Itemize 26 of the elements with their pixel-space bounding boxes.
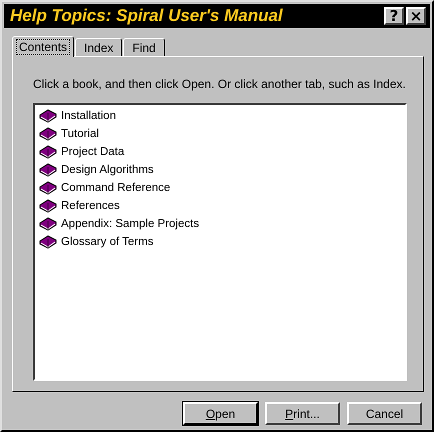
dialog-button[interactable]: Print... [265, 402, 340, 425]
book-icon [39, 145, 57, 159]
book-item[interactable]: Project Data [61, 146, 124, 158]
book-icon [39, 235, 57, 249]
book-icon [39, 181, 57, 195]
tab[interactable]: Find [123, 38, 165, 56]
book-icon [39, 199, 57, 213]
book-icon [39, 217, 57, 231]
book-item[interactable]: Installation [61, 110, 116, 122]
title-bar-button[interactable]: ? [384, 7, 404, 25]
book-item[interactable]: Command Reference [61, 182, 170, 194]
book-icon [39, 109, 57, 123]
dialog-button[interactable]: Open [183, 402, 258, 425]
tab[interactable]: Contents [12, 36, 74, 57]
book-icon [39, 127, 57, 141]
book-item[interactable]: References [61, 200, 120, 212]
book-item[interactable]: Glossary of Terms [61, 236, 154, 248]
book-item[interactable]: Tutorial [61, 128, 99, 140]
title-bar-button[interactable]: × [406, 7, 426, 25]
window-title: Help Topics: Spiral User's Manual [10, 6, 284, 26]
instruction-text: Click a book, and then click Open. Or click another tab, such as Index. [33, 77, 407, 91]
dialog-button[interactable]: Cancel [347, 402, 422, 425]
book-icon [39, 163, 57, 177]
book-item[interactable]: Design Algorithms [61, 164, 154, 176]
book-item[interactable]: Appendix: Sample Projects [61, 218, 200, 230]
tab[interactable]: Index [75, 38, 122, 56]
